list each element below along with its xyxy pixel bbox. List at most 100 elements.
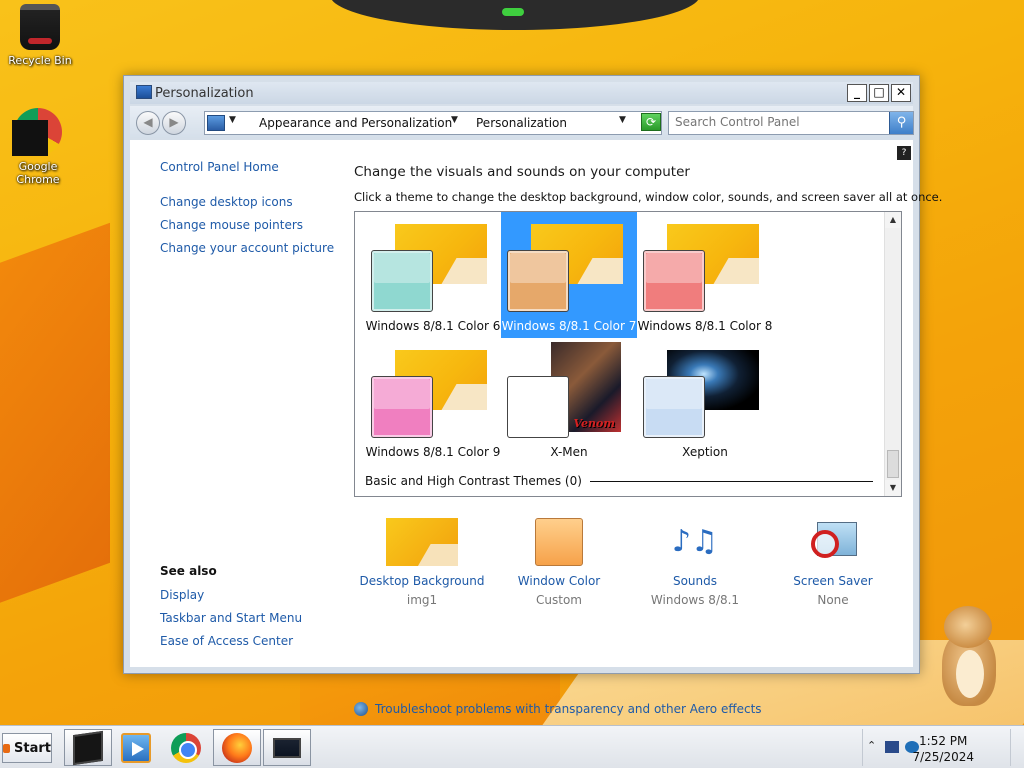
theme-color-swatch: [507, 376, 569, 438]
address-bar: ◀ ▶ ▼ Appearance and Personalization ▼ P…: [130, 106, 914, 138]
sounds-value: Windows 8/8.1: [650, 593, 740, 607]
page-heading: Change the visuals and sounds on your co…: [354, 164, 690, 180]
screen-saver-value: None: [817, 593, 849, 607]
no-symbol-icon: [811, 530, 839, 558]
basic-themes-heading: Basic and High Contrast Themes (0): [365, 474, 582, 488]
troubleshoot-text: Troubleshoot problems with transparency …: [375, 702, 762, 716]
taskbar: Start ⌃ 1:52 PM 7/25/2024: [0, 725, 1024, 768]
scroll-down-icon[interactable]: ▼: [885, 480, 901, 496]
desktop-background-label: Desktop Background: [359, 574, 485, 588]
taskbar-app-personalization[interactable]: [263, 729, 311, 766]
desktop-window-icon: [273, 737, 301, 758]
chevron-down-icon[interactable]: ▼: [619, 115, 626, 125]
change-desktop-icons-link[interactable]: Change desktop icons: [160, 195, 293, 209]
taskbar-app-chrome[interactable]: [162, 729, 210, 766]
taskbar-start-menu-link[interactable]: Taskbar and Start Menu: [160, 611, 302, 625]
help-button[interactable]: ?: [897, 146, 911, 160]
back-button[interactable]: ◀: [136, 111, 160, 135]
taskbar-app-media[interactable]: [112, 729, 160, 766]
display-link[interactable]: Display: [160, 588, 204, 602]
title-bar[interactable]: Personalization _ □ ✕: [130, 82, 913, 104]
minimize-button[interactable]: _: [847, 84, 867, 102]
breadcrumb-personalization[interactable]: Personalization: [476, 116, 567, 130]
chrome-icon: [12, 108, 62, 156]
firefox-icon: [222, 732, 252, 763]
screen-saver-icon: [797, 518, 869, 566]
theme-color-swatch: [507, 250, 569, 312]
gadget-led: [502, 8, 524, 16]
theme-label: Windows 8/8.1 Color 8: [637, 319, 773, 333]
chevron-down-icon[interactable]: ▼: [229, 115, 236, 125]
theme-item[interactable]: Windows 8/8.1 Color 9: [365, 338, 501, 464]
wallpaper-shape: [0, 222, 110, 618]
theme-item[interactable]: Windows 8/8.1 Color 6: [365, 212, 501, 338]
theme-item-selected[interactable]: Windows 8/8.1 Color 7: [501, 212, 637, 338]
chevron-down-icon[interactable]: ▼: [451, 115, 458, 125]
forward-button[interactable]: ▶: [162, 111, 186, 135]
theme-label: Windows 8/8.1 Color 7: [501, 319, 637, 333]
clock-date: 7/25/2024: [912, 750, 974, 764]
desktop-background-button[interactable]: Desktop Background img1: [354, 518, 490, 607]
window-color-icon: [535, 518, 583, 566]
globe-icon: [354, 702, 368, 716]
search-box[interactable]: ⚲: [668, 111, 914, 135]
desktop-icon-label: Recycle Bin: [8, 54, 72, 67]
scroll-up-icon[interactable]: ▲: [885, 212, 901, 228]
content-pane: ? Control Panel Home Change desktop icon…: [130, 140, 942, 716]
search-input[interactable]: [675, 115, 885, 129]
clock[interactable]: 1:52 PM 7/25/2024: [912, 733, 974, 765]
change-mouse-pointers-link[interactable]: Change mouse pointers: [160, 218, 303, 232]
close-button[interactable]: ✕: [891, 84, 911, 102]
address-field[interactable]: ▼ Appearance and Personalization ▼ Perso…: [204, 111, 662, 135]
maximize-button[interactable]: □: [869, 84, 889, 102]
start-label: Start: [14, 740, 51, 756]
system-tray: ⌃ 1:52 PM 7/25/2024: [862, 729, 1024, 766]
window-color-button[interactable]: Window Color Custom: [491, 518, 627, 607]
theme-list: Windows 8/8.1 Color 6 Windows 8/8.1 Colo…: [354, 211, 902, 497]
ease-of-access-link[interactable]: Ease of Access Center: [160, 634, 293, 648]
section-divider: [589, 480, 873, 482]
control-panel-icon: [207, 115, 225, 131]
start-logo-icon: [3, 743, 10, 753]
control-panel-home-link[interactable]: Control Panel Home: [160, 160, 279, 174]
theme-item[interactable]: Windows 8/8.1 Color 8: [637, 212, 773, 338]
media-player-icon: [121, 732, 151, 763]
troubleshoot-link[interactable]: Troubleshoot problems with transparency …: [354, 702, 762, 716]
theme-label: Windows 8/8.1 Color 9: [365, 445, 501, 459]
theme-item[interactable]: Venom X-Men: [501, 338, 637, 464]
hamster-belly: [956, 650, 984, 698]
scroll-thumb[interactable]: [887, 450, 899, 478]
hamster-mascot: [930, 600, 1010, 710]
search-icon[interactable]: ⚲: [889, 112, 913, 134]
personalization-window: Personalization _ □ ✕ ◀ ▶ ▼ Appearance a…: [123, 75, 942, 716]
theme-tag: Venom: [573, 417, 616, 430]
vertical-scrollbar[interactable]: ▲ ▼: [884, 212, 901, 496]
show-hidden-icons-button[interactable]: ⌃: [867, 739, 876, 752]
hamster-head: [944, 606, 992, 648]
basic-themes-section: Basic and High Contrast Themes (0): [365, 474, 873, 488]
see-also-heading: See also: [160, 564, 217, 578]
start-button[interactable]: Start: [2, 733, 52, 763]
breadcrumb-appearance[interactable]: Appearance and Personalization: [259, 116, 452, 130]
theme-label: Xeption: [682, 445, 728, 459]
desktop-gadget: [330, 0, 700, 30]
chrome-icon: [171, 732, 201, 763]
desktop-icon-chrome[interactable]: Google Chrome: [0, 108, 76, 186]
change-account-picture-link[interactable]: Change your account picture: [160, 241, 334, 255]
window-color-label: Window Color: [517, 574, 601, 588]
sounds-button[interactable]: ♪♫ Sounds Windows 8/8.1: [627, 518, 763, 607]
theme-color-swatch: [643, 250, 705, 312]
window-title: Personalization: [155, 86, 254, 101]
taskbar-app-firefox[interactable]: [213, 729, 261, 766]
theme-color-swatch: [371, 250, 433, 312]
screen-saver-button[interactable]: Screen Saver None: [765, 518, 901, 607]
refresh-button[interactable]: ⟳: [641, 113, 661, 131]
terminal-icon: [73, 730, 103, 765]
network-icon[interactable]: [885, 741, 899, 753]
window-color-value: Custom: [536, 593, 582, 607]
clock-time: 1:52 PM: [919, 734, 968, 748]
desktop-icon-recycle-bin[interactable]: Recycle Bin: [2, 4, 78, 67]
taskbar-app-terminal[interactable]: [64, 729, 112, 766]
theme-item[interactable]: Xeption: [637, 338, 773, 464]
show-desktop-button[interactable]: [1010, 729, 1024, 766]
